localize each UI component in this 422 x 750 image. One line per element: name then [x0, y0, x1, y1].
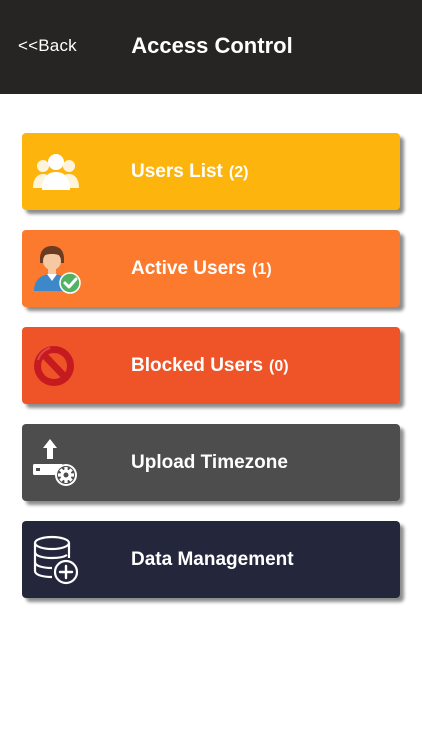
blocked-icon: [30, 340, 82, 392]
menu-list: Users List (2) Active Users (1) Blocked …: [22, 133, 400, 618]
blocked-users-button[interactable]: Blocked Users (0): [22, 327, 400, 404]
page-title: Access Control: [0, 33, 422, 59]
user-check-icon: [30, 243, 82, 295]
active-users-button[interactable]: Active Users (1): [22, 230, 400, 307]
upload-timezone-label: Upload Timezone: [131, 452, 288, 474]
active-users-text: Active Users: [131, 258, 247, 279]
data-management-label: Data Management: [131, 549, 294, 571]
users-list-count: (2): [228, 164, 249, 181]
users-group-icon: [30, 146, 82, 198]
page-title-text: Access Control: [131, 33, 293, 58]
upload-timezone-button[interactable]: Upload Timezone: [22, 424, 400, 501]
database-add-icon: [30, 534, 82, 586]
users-list-text: Users List: [131, 161, 223, 182]
upload-settings-icon: [30, 437, 82, 489]
upload-timezone-text: Upload Timezone: [131, 452, 288, 473]
active-users-count: (1): [252, 261, 272, 278]
blocked-users-label: Blocked Users (0): [131, 355, 289, 377]
users-list-label: Users List (2): [131, 161, 248, 183]
data-management-button[interactable]: Data Management: [22, 521, 400, 598]
blocked-users-text: Blocked Users: [131, 355, 264, 376]
active-users-label: Active Users (1): [131, 258, 272, 280]
data-management-text: Data Management: [131, 549, 294, 570]
blocked-users-count: (0): [269, 358, 289, 375]
app-header: <<Back Access Control: [0, 0, 422, 94]
users-list-button[interactable]: Users List (2): [22, 133, 400, 210]
